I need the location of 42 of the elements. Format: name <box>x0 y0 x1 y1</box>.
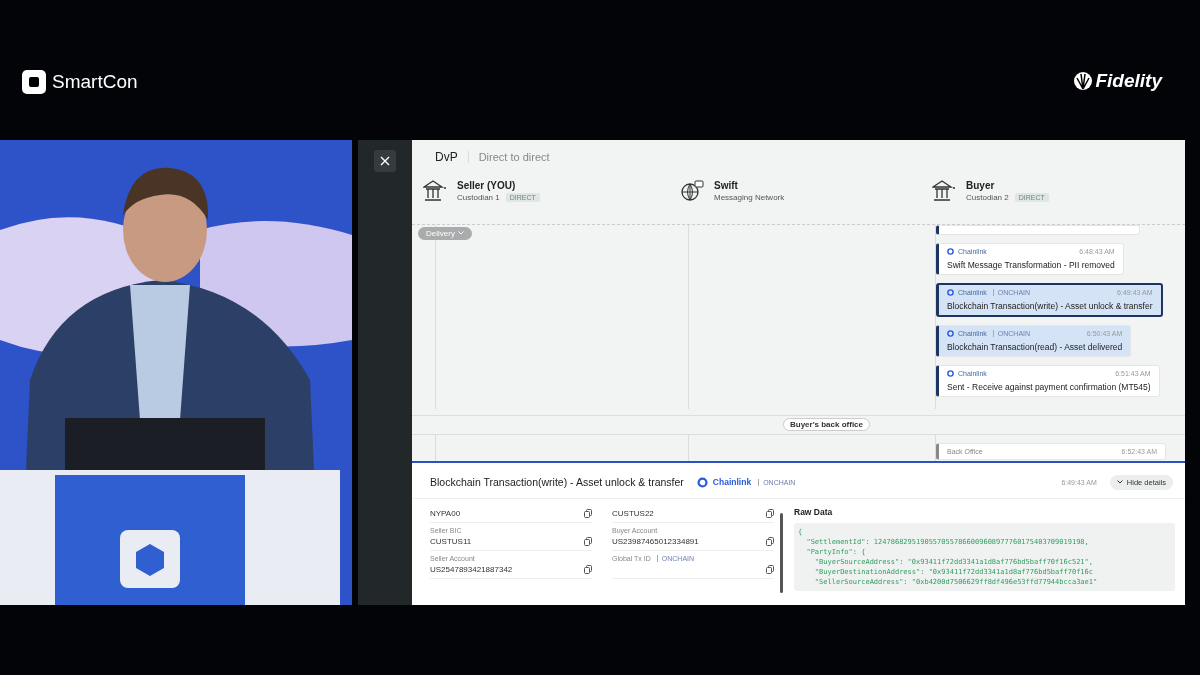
bank-icon <box>423 180 447 202</box>
field-value: NYPA00 <box>430 508 461 518</box>
event-message: Swift Message Transformation - PII removed <box>947 259 1115 270</box>
close-button[interactable] <box>374 150 396 172</box>
copy-icon[interactable] <box>584 508 592 518</box>
participant-name: Seller (YOU) <box>457 180 517 191</box>
bank-icon <box>932 180 956 202</box>
chevron-icon <box>457 231 464 236</box>
copy-icon[interactable] <box>766 536 774 546</box>
chainlink-icon <box>947 288 954 296</box>
close-icon <box>380 156 390 166</box>
copy-icon[interactable] <box>584 564 592 574</box>
field-value: CUSTUS11 <box>430 536 472 546</box>
copy-icon[interactable] <box>766 564 774 574</box>
scrollbar[interactable] <box>779 512 783 593</box>
details-title: Blockchain Transaction(write) - Asset unlock & transfer <box>430 476 684 489</box>
chevron-icon <box>1116 480 1123 485</box>
page-subtitle: Direct to direct <box>467 151 550 163</box>
copy-icon[interactable] <box>584 536 592 546</box>
page-title: DvP <box>435 150 458 164</box>
event-message: Sent - Receive against payment confirmation (MT545) <box>947 381 1151 392</box>
section-label: Buyer's back office <box>782 418 870 432</box>
logo-text: SmartCon <box>52 71 138 93</box>
chainlink-icon <box>696 476 708 488</box>
participant-role: Custodian 1 <box>457 193 500 202</box>
participant-name: Swift <box>714 180 739 191</box>
copy-icon[interactable] <box>766 508 774 518</box>
logo-icon <box>22 70 46 94</box>
field-value: US23987465012334891 <box>612 536 699 546</box>
sponsor-logo: Fidelity <box>1095 70 1162 92</box>
field-value: US2547893421887342 <box>430 564 513 574</box>
participant-role: Messaging Network <box>714 193 785 202</box>
chainlink-icon <box>947 329 954 337</box>
participant-role: Custodian 2 <box>966 193 1009 202</box>
event-message: Blockchain Transaction(read) - Asset delivered <box>947 341 1123 352</box>
source-label: Chainlink <box>712 477 752 488</box>
chainlink-icon <box>947 369 954 377</box>
section-title: Raw Data <box>794 506 834 517</box>
event-message: Blockchain Transaction(write) - Asset unlock & transfer <box>947 300 1153 311</box>
field-value: CUSTUS22 <box>612 508 654 518</box>
participant-name: Buyer <box>966 180 996 191</box>
chainlink-icon <box>947 247 954 255</box>
